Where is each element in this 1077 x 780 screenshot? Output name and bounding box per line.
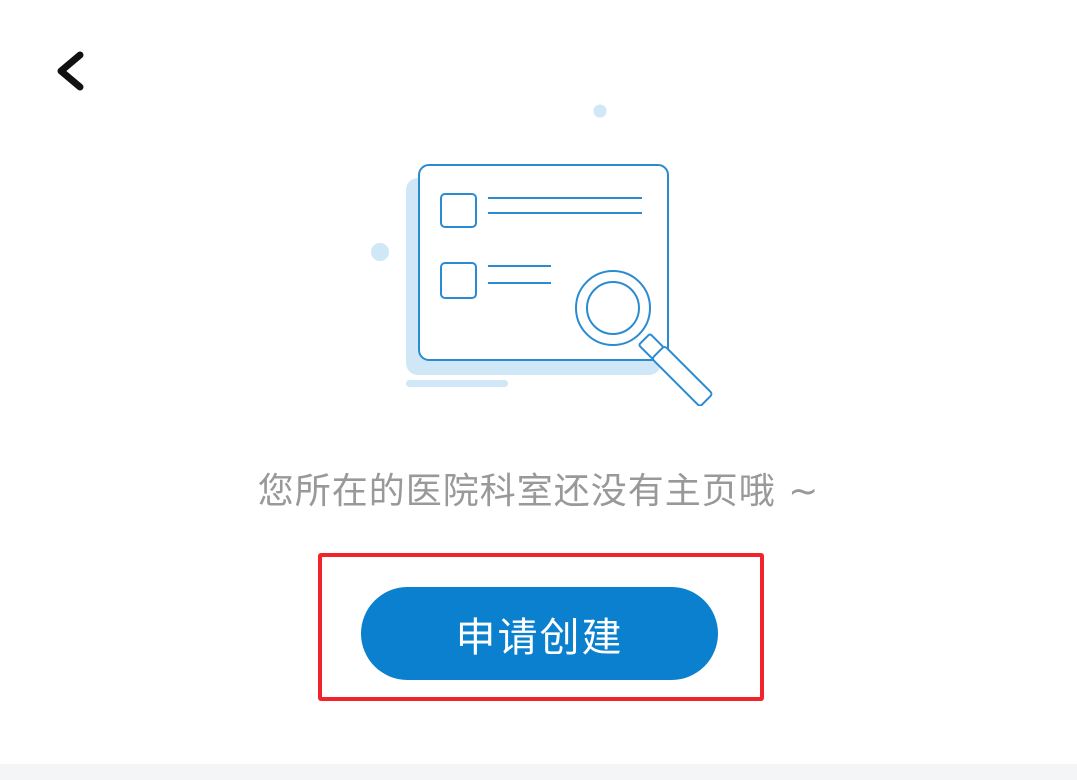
chevron-left-icon xyxy=(57,51,84,91)
page: 您所在的医院科室还没有主页哦 ~ 申请创建 xyxy=(0,0,1077,780)
decor-dot-top xyxy=(593,104,607,118)
document-search-icon xyxy=(360,96,720,407)
decor-dot-left xyxy=(371,243,389,261)
bottom-bar xyxy=(0,764,1077,780)
back-button[interactable] xyxy=(40,38,104,102)
apply-create-button[interactable]: 申请创建 xyxy=(361,587,718,680)
empty-state-message: 您所在的医院科室还没有主页哦 ~ xyxy=(257,471,820,512)
